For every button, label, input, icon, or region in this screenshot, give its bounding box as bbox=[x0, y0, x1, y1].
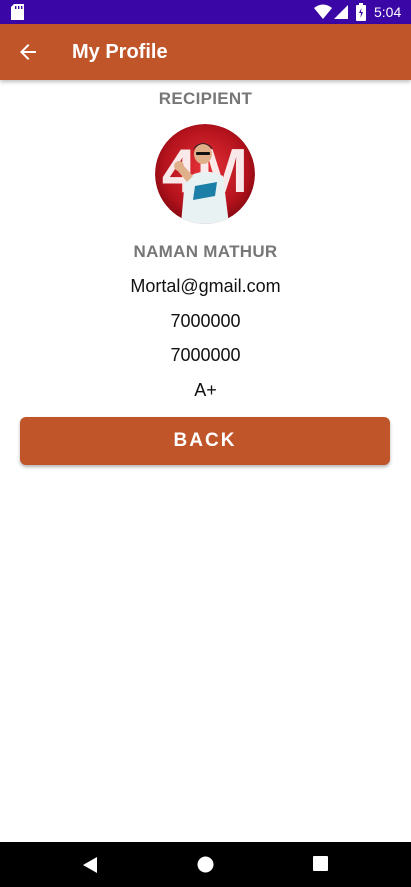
arrow-back-icon[interactable] bbox=[16, 40, 40, 64]
user-email: Mortal@gmail.com bbox=[130, 276, 281, 296]
cell-signal-icon bbox=[334, 5, 348, 19]
status-bar: 5:04 bbox=[0, 0, 411, 24]
sd-card-icon bbox=[11, 4, 24, 20]
avatar-image: 4M bbox=[155, 124, 255, 224]
page-title: My Profile bbox=[72, 41, 168, 63]
app-bar: My Profile bbox=[0, 24, 411, 80]
back-button[interactable]: BACK bbox=[20, 417, 390, 465]
status-time: 5:04 bbox=[374, 4, 402, 20]
avatar: 4M bbox=[155, 124, 255, 224]
nav-back-icon[interactable] bbox=[82, 856, 98, 874]
nav-home-icon[interactable] bbox=[197, 856, 214, 873]
user-blood-group: A+ bbox=[194, 380, 217, 400]
nav-recents-icon[interactable] bbox=[313, 856, 328, 871]
wifi-icon bbox=[314, 4, 332, 19]
user-role-label: RECIPIENT bbox=[158, 89, 253, 108]
system-nav-bar bbox=[0, 842, 411, 887]
user-phone-secondary: 7000000 bbox=[170, 345, 241, 365]
battery-icon bbox=[356, 3, 366, 21]
user-name: NAMAN MATHUR bbox=[133, 242, 278, 261]
user-phone-primary: 7000000 bbox=[170, 311, 241, 331]
